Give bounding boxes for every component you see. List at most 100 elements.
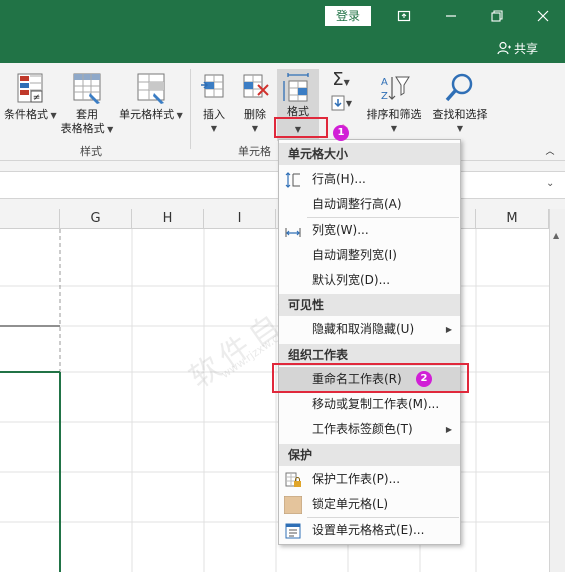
collapse-ribbon-icon[interactable]: ︿ bbox=[543, 145, 557, 157]
cell-styles-icon bbox=[137, 73, 165, 104]
format-dropdown-menu: 单元格大小 行高(H)... 自动调整行高(A) 列宽(W)... 自动调整列宽… bbox=[278, 139, 461, 545]
conditional-format-label: 条件格式 bbox=[4, 108, 48, 121]
sort-filter-label: 排序和筛选 bbox=[366, 108, 422, 121]
row-height-icon bbox=[285, 172, 300, 188]
close-icon[interactable] bbox=[531, 4, 555, 28]
menu-item-label: 默认列宽(D)... bbox=[312, 273, 391, 287]
minimize-icon[interactable] bbox=[439, 4, 463, 28]
autosum-button[interactable]: Σ▼ bbox=[328, 69, 354, 91]
dropdown-arrow-icon: ▼ bbox=[345, 99, 353, 108]
highlight-box-format-arrow bbox=[274, 117, 328, 138]
chevron-down-icon[interactable]: ⌄ bbox=[546, 178, 554, 189]
menu-item-label: 隐藏和取消隐藏(U) bbox=[312, 322, 415, 336]
cell-grid[interactable] bbox=[0, 229, 549, 572]
submenu-arrow-icon: ▶ bbox=[445, 325, 452, 334]
find-select-label: 查找和选择 bbox=[432, 108, 488, 121]
dropdown-arrow-icon: ▼ bbox=[210, 124, 218, 133]
title-bar: 登录 bbox=[0, 0, 565, 33]
menu-item-protect-sheet[interactable]: 保护工作表(P)... bbox=[279, 467, 460, 492]
dropdown-arrow-icon: ▼ bbox=[343, 78, 350, 87]
menu-item-hide-unhide[interactable]: 隐藏和取消隐藏(U) ▶ bbox=[279, 317, 460, 342]
svg-text:Z: Z bbox=[381, 91, 388, 102]
menu-item-label: 移动或复制工作表(M)... bbox=[312, 397, 440, 411]
column-header-m[interactable]: M bbox=[476, 209, 549, 229]
ribbon-tab-row: 共享 bbox=[0, 33, 565, 63]
protect-sheet-icon bbox=[285, 472, 301, 487]
person-icon bbox=[497, 41, 511, 55]
share-label: 共享 bbox=[514, 41, 539, 56]
cells-group-label: 单元格 bbox=[238, 145, 271, 158]
menu-item-tab-color[interactable]: 工作表标签颜色(T) ▶ bbox=[279, 417, 460, 442]
column-header-i[interactable]: I bbox=[204, 209, 276, 229]
menu-item-autofit-row[interactable]: 自动调整行高(A) bbox=[279, 192, 460, 217]
step-badge-1: 1 bbox=[333, 125, 349, 141]
menu-item-label: 设置单元格格式(E)... bbox=[312, 523, 425, 537]
ribbon-display-options-icon[interactable] bbox=[392, 4, 416, 28]
login-button[interactable]: 登录 bbox=[325, 6, 371, 26]
format-as-table-line1: 套用 bbox=[76, 108, 98, 121]
menu-item-column-width[interactable]: 列宽(W)... bbox=[279, 218, 460, 243]
format-cells-dialog-icon bbox=[285, 523, 301, 539]
menu-item-label: 工作表标签颜色(T) bbox=[312, 422, 413, 436]
insert-button[interactable]: 插入 ▼ bbox=[196, 71, 232, 136]
menu-item-label: 行高(H)... bbox=[312, 172, 366, 186]
format-as-table-button[interactable]: 套用 表格格式 ▼ bbox=[59, 71, 115, 137]
step-badge-2: 2 bbox=[416, 371, 432, 387]
delete-cells-icon bbox=[243, 74, 269, 98]
menu-item-label: 锁定单元格(L) bbox=[312, 497, 389, 511]
dropdown-arrow-icon: ▼ bbox=[48, 111, 57, 120]
group-separator bbox=[190, 69, 191, 149]
format-as-table-line2: 表格格式 bbox=[60, 122, 105, 135]
menu-item-autofit-column[interactable]: 自动调整列宽(I) bbox=[279, 243, 460, 268]
sigma-icon: Σ bbox=[332, 69, 344, 90]
menu-section-visibility: 可见性 bbox=[279, 294, 460, 316]
menu-item-label: 自动调整列宽(I) bbox=[312, 248, 397, 262]
cell-styles-label: 单元格样式 bbox=[119, 108, 175, 121]
menu-item-label: 保护工作表(P)... bbox=[312, 472, 401, 486]
sort-filter-button[interactable]: A Z 排序和筛选 ▼ bbox=[362, 71, 426, 136]
scroll-up-icon[interactable]: ▲ bbox=[553, 231, 559, 240]
dropdown-arrow-icon: ▼ bbox=[174, 111, 183, 120]
dropdown-arrow-icon: ▼ bbox=[390, 124, 398, 133]
menu-item-row-height[interactable]: 行高(H)... bbox=[279, 167, 460, 192]
menu-section-protect: 保护 bbox=[279, 444, 460, 466]
svg-text:≠: ≠ bbox=[33, 93, 41, 103]
column-header-hidden[interactable] bbox=[0, 209, 60, 229]
column-header-g[interactable]: G bbox=[60, 209, 132, 229]
vertical-scrollbar[interactable]: ▲ bbox=[549, 209, 565, 572]
menu-section-cell-size: 单元格大小 bbox=[279, 143, 460, 165]
submenu-arrow-icon: ▶ bbox=[445, 425, 452, 434]
dropdown-arrow-icon: ▼ bbox=[251, 124, 259, 133]
menu-item-label: 自动调整行高(A) bbox=[312, 197, 402, 211]
menu-item-move-copy-sheet[interactable]: 移动或复制工作表(M)... bbox=[279, 392, 460, 417]
menu-item-default-width[interactable]: 默认列宽(D)... bbox=[279, 268, 460, 293]
delete-label: 删除 bbox=[244, 108, 266, 121]
excel-window: 登录 共享 ≠ 条件格式 ▼ 套用 表格格式 ▼ 单元格样式 ▼ 样式 插入 ▼… bbox=[0, 0, 565, 572]
column-header-h[interactable]: H bbox=[132, 209, 204, 229]
fill-button[interactable]: ▼ bbox=[328, 95, 354, 117]
column-width-icon bbox=[285, 228, 301, 237]
lock-cell-icon bbox=[284, 496, 302, 514]
format-cells-icon bbox=[283, 73, 309, 102]
cell-styles-button[interactable]: 单元格样式 ▼ bbox=[118, 71, 184, 123]
fill-down-icon bbox=[331, 95, 345, 111]
insert-cells-icon bbox=[201, 74, 224, 98]
conditional-format-icon: ≠ bbox=[17, 73, 43, 103]
svg-text:A: A bbox=[381, 77, 388, 88]
styles-group-label: 样式 bbox=[80, 145, 102, 158]
restore-icon[interactable] bbox=[485, 4, 509, 28]
menu-item-lock-cell[interactable]: 锁定单元格(L) bbox=[279, 492, 460, 517]
menu-item-label: 列宽(W)... bbox=[312, 223, 369, 237]
share-button[interactable]: 共享 bbox=[497, 39, 538, 57]
insert-label: 插入 bbox=[203, 108, 225, 121]
dropdown-arrow-icon: ▼ bbox=[456, 124, 464, 133]
search-icon bbox=[445, 73, 473, 102]
dropdown-arrow-icon: ▼ bbox=[104, 125, 114, 134]
sort-filter-icon: A Z bbox=[381, 76, 410, 102]
menu-item-format-cells[interactable]: 设置单元格格式(E)... bbox=[279, 518, 460, 543]
find-select-button[interactable]: 查找和选择 ▼ bbox=[428, 71, 492, 136]
format-as-table-icon bbox=[73, 73, 101, 104]
highlight-box-rename bbox=[272, 363, 469, 393]
delete-button[interactable]: 删除 ▼ bbox=[237, 71, 273, 136]
conditional-format-button[interactable]: ≠ 条件格式 ▼ bbox=[4, 71, 57, 123]
